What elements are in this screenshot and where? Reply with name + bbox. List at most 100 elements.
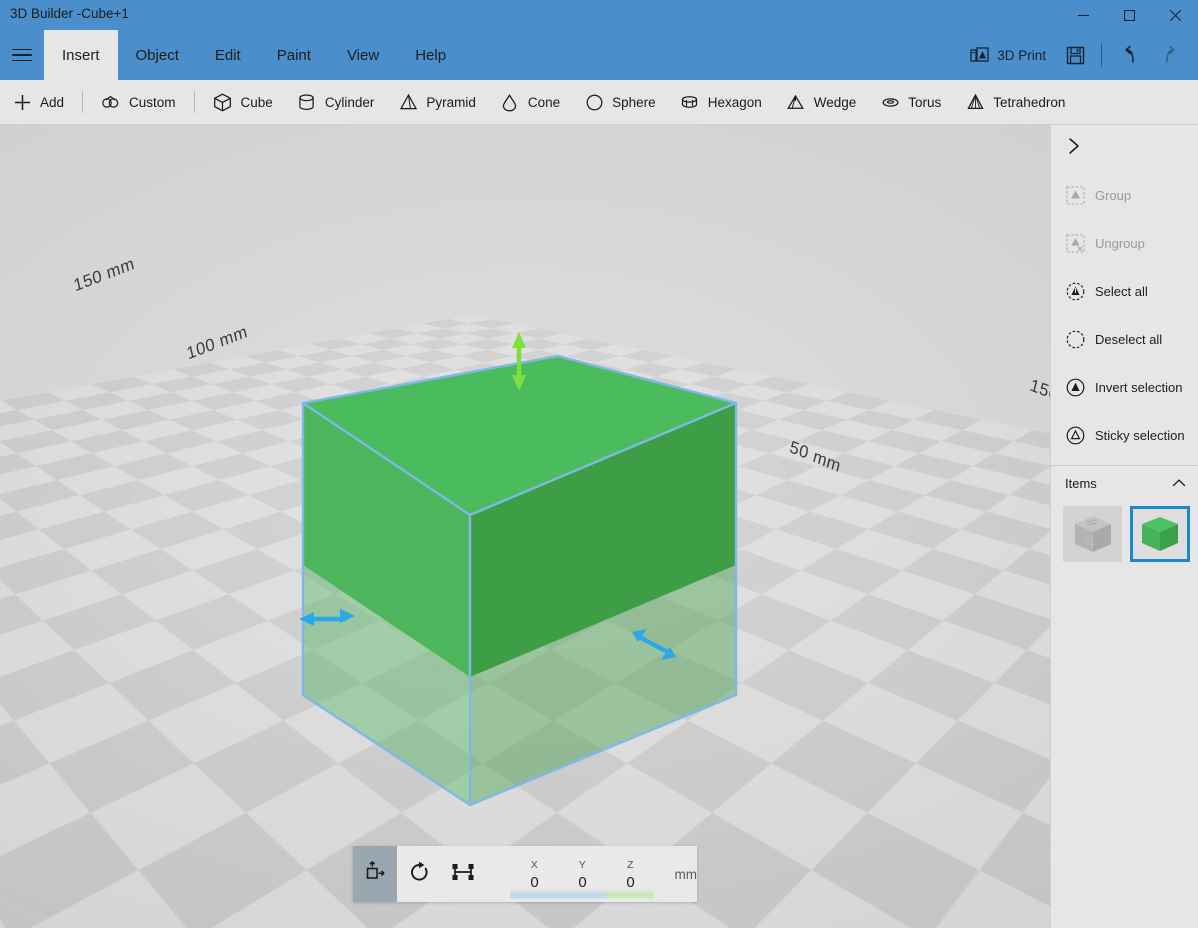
sphere-icon (584, 92, 604, 112)
ribbon-custom-button[interactable]: Custom (89, 80, 188, 125)
tab-insert-label: Insert (62, 47, 100, 64)
app-window: 3D Builder -Cube+1 Insert Object Edit Pa… (0, 0, 1198, 928)
scale-icon (451, 860, 475, 889)
field-z-label: Z (606, 859, 654, 871)
field-x[interactable]: X 0 (510, 851, 558, 897)
save-button[interactable] (1056, 35, 1095, 75)
tab-insert[interactable]: Insert (44, 30, 118, 80)
ungroup-label: Ungroup (1095, 236, 1145, 251)
invert-selection-label: Invert selection (1095, 380, 1182, 395)
custom-shape-icon (101, 92, 121, 112)
ribbon-cube-label: Cube (241, 95, 273, 110)
menu-bar: Insert Object Edit Paint View Help 3D Pr… (0, 30, 1198, 80)
invert-selection-button[interactable]: Invert selection (1051, 363, 1198, 411)
ribbon-hexagon-button[interactable]: Hexagon (668, 80, 774, 125)
print-3d-button[interactable]: 3D Print (960, 35, 1056, 75)
ribbon-torus-label: Torus (908, 95, 941, 110)
sticky-selection-icon (1065, 425, 1085, 445)
ribbon-hexagon-label: Hexagon (708, 95, 762, 110)
tab-paint[interactable]: Paint (259, 30, 329, 80)
undo-icon (1118, 44, 1140, 66)
items-section-header[interactable]: Items (1051, 466, 1198, 500)
deselect-all-button[interactable]: Deselect all (1051, 315, 1198, 363)
hexagon-icon (680, 92, 700, 112)
ribbon-divider-2 (194, 91, 195, 113)
minimize-button[interactable] (1060, 0, 1106, 30)
cylinder-icon (297, 92, 317, 112)
scale-tool-button[interactable] (441, 846, 485, 902)
window-controls (1060, 0, 1198, 30)
undo-button[interactable] (1108, 35, 1150, 75)
item-thumbnail-dice[interactable]: 4 (1063, 506, 1122, 562)
rotate-icon (407, 860, 431, 889)
insert-ribbon: Add Custom Cube (0, 80, 1198, 125)
ribbon-tetrahedron-button[interactable]: Tetrahedron (953, 80, 1077, 125)
field-x-label: X (510, 859, 558, 871)
select-all-icon (1065, 281, 1085, 301)
ribbon-wedge-button[interactable]: Wedge (774, 80, 869, 125)
tab-object[interactable]: Object (118, 30, 197, 80)
save-icon (1066, 46, 1085, 65)
field-x-underline (510, 888, 558, 899)
sticky-selection-button[interactable]: Sticky selection (1051, 411, 1198, 459)
chevron-right-icon (1067, 137, 1081, 160)
ribbon-pyramid-label: Pyramid (426, 95, 476, 110)
panel-expand-button[interactable] (1051, 125, 1198, 171)
tab-edit[interactable]: Edit (197, 30, 259, 80)
group-label: Group (1095, 188, 1131, 203)
ribbon-torus-button[interactable]: Torus (868, 80, 953, 125)
select-all-label: Select all (1095, 284, 1148, 299)
tab-edit-label: Edit (215, 47, 241, 64)
ribbon-cone-button[interactable]: Cone (488, 80, 572, 125)
print-3d-label: 3D Print (997, 48, 1046, 63)
item-thumbnail-cube[interactable] (1130, 506, 1190, 562)
ribbon-add-button[interactable]: Add (0, 80, 76, 125)
unit-label: mm (674, 867, 697, 882)
redo-button[interactable] (1150, 35, 1192, 75)
field-y[interactable]: Y 0 (558, 851, 606, 897)
redo-icon (1160, 44, 1182, 66)
ribbon-cylinder-button[interactable]: Cylinder (285, 80, 387, 125)
select-all-button[interactable]: Select all (1051, 267, 1198, 315)
group-button[interactable]: Group (1051, 171, 1198, 219)
dice-face-number: 4 (1085, 532, 1095, 552)
ribbon-sphere-button[interactable]: Sphere (572, 80, 668, 125)
menu-icon[interactable] (0, 30, 44, 80)
3d-viewport[interactable]: 150 mm 100 mm 50 mm 150 mm (0, 125, 1050, 928)
menu-tabs: Insert Object Edit Paint View Help (44, 30, 464, 80)
ribbon-cube-button[interactable]: Cube (201, 80, 285, 125)
maximize-button[interactable] (1106, 0, 1152, 30)
ribbon-custom-label: Custom (129, 95, 176, 110)
field-z[interactable]: Z 0 (606, 851, 654, 897)
ribbon-pyramid-button[interactable]: Pyramid (386, 80, 488, 125)
transform-toolbar: X 0 Y 0 Z 0 mm (353, 846, 697, 902)
tab-paint-label: Paint (277, 47, 311, 64)
rotate-tool-button[interactable] (397, 846, 441, 902)
tab-view[interactable]: View (329, 30, 397, 80)
ribbon-add-label: Add (40, 95, 64, 110)
grid-label-150: 150 mm (72, 254, 137, 297)
invert-selection-icon (1065, 377, 1085, 397)
field-z-underline (606, 888, 654, 899)
torus-icon (880, 92, 900, 112)
cube-icon (213, 92, 233, 112)
chevron-up-icon[interactable] (1172, 476, 1186, 491)
sticky-selection-label: Sticky selection (1095, 428, 1185, 443)
build-plate-grid (0, 125, 1050, 672)
field-y-underline (558, 888, 606, 899)
close-button[interactable] (1152, 0, 1198, 30)
ribbon-cone-label: Cone (528, 95, 560, 110)
ungroup-button[interactable]: Ungroup (1051, 219, 1198, 267)
action-divider (1101, 43, 1102, 67)
move-tool-button[interactable] (353, 846, 397, 902)
wedge-icon (786, 92, 806, 112)
tab-help-label: Help (415, 47, 446, 64)
ribbon-cylinder-label: Cylinder (325, 95, 375, 110)
plus-icon (12, 92, 32, 112)
print-3d-icon (970, 46, 989, 65)
tab-help[interactable]: Help (397, 30, 464, 80)
deselect-all-icon (1065, 329, 1085, 349)
ribbon-tetrahedron-label: Tetrahedron (993, 95, 1065, 110)
menu-actions: 3D Print (960, 30, 1192, 80)
move-icon (363, 860, 387, 889)
